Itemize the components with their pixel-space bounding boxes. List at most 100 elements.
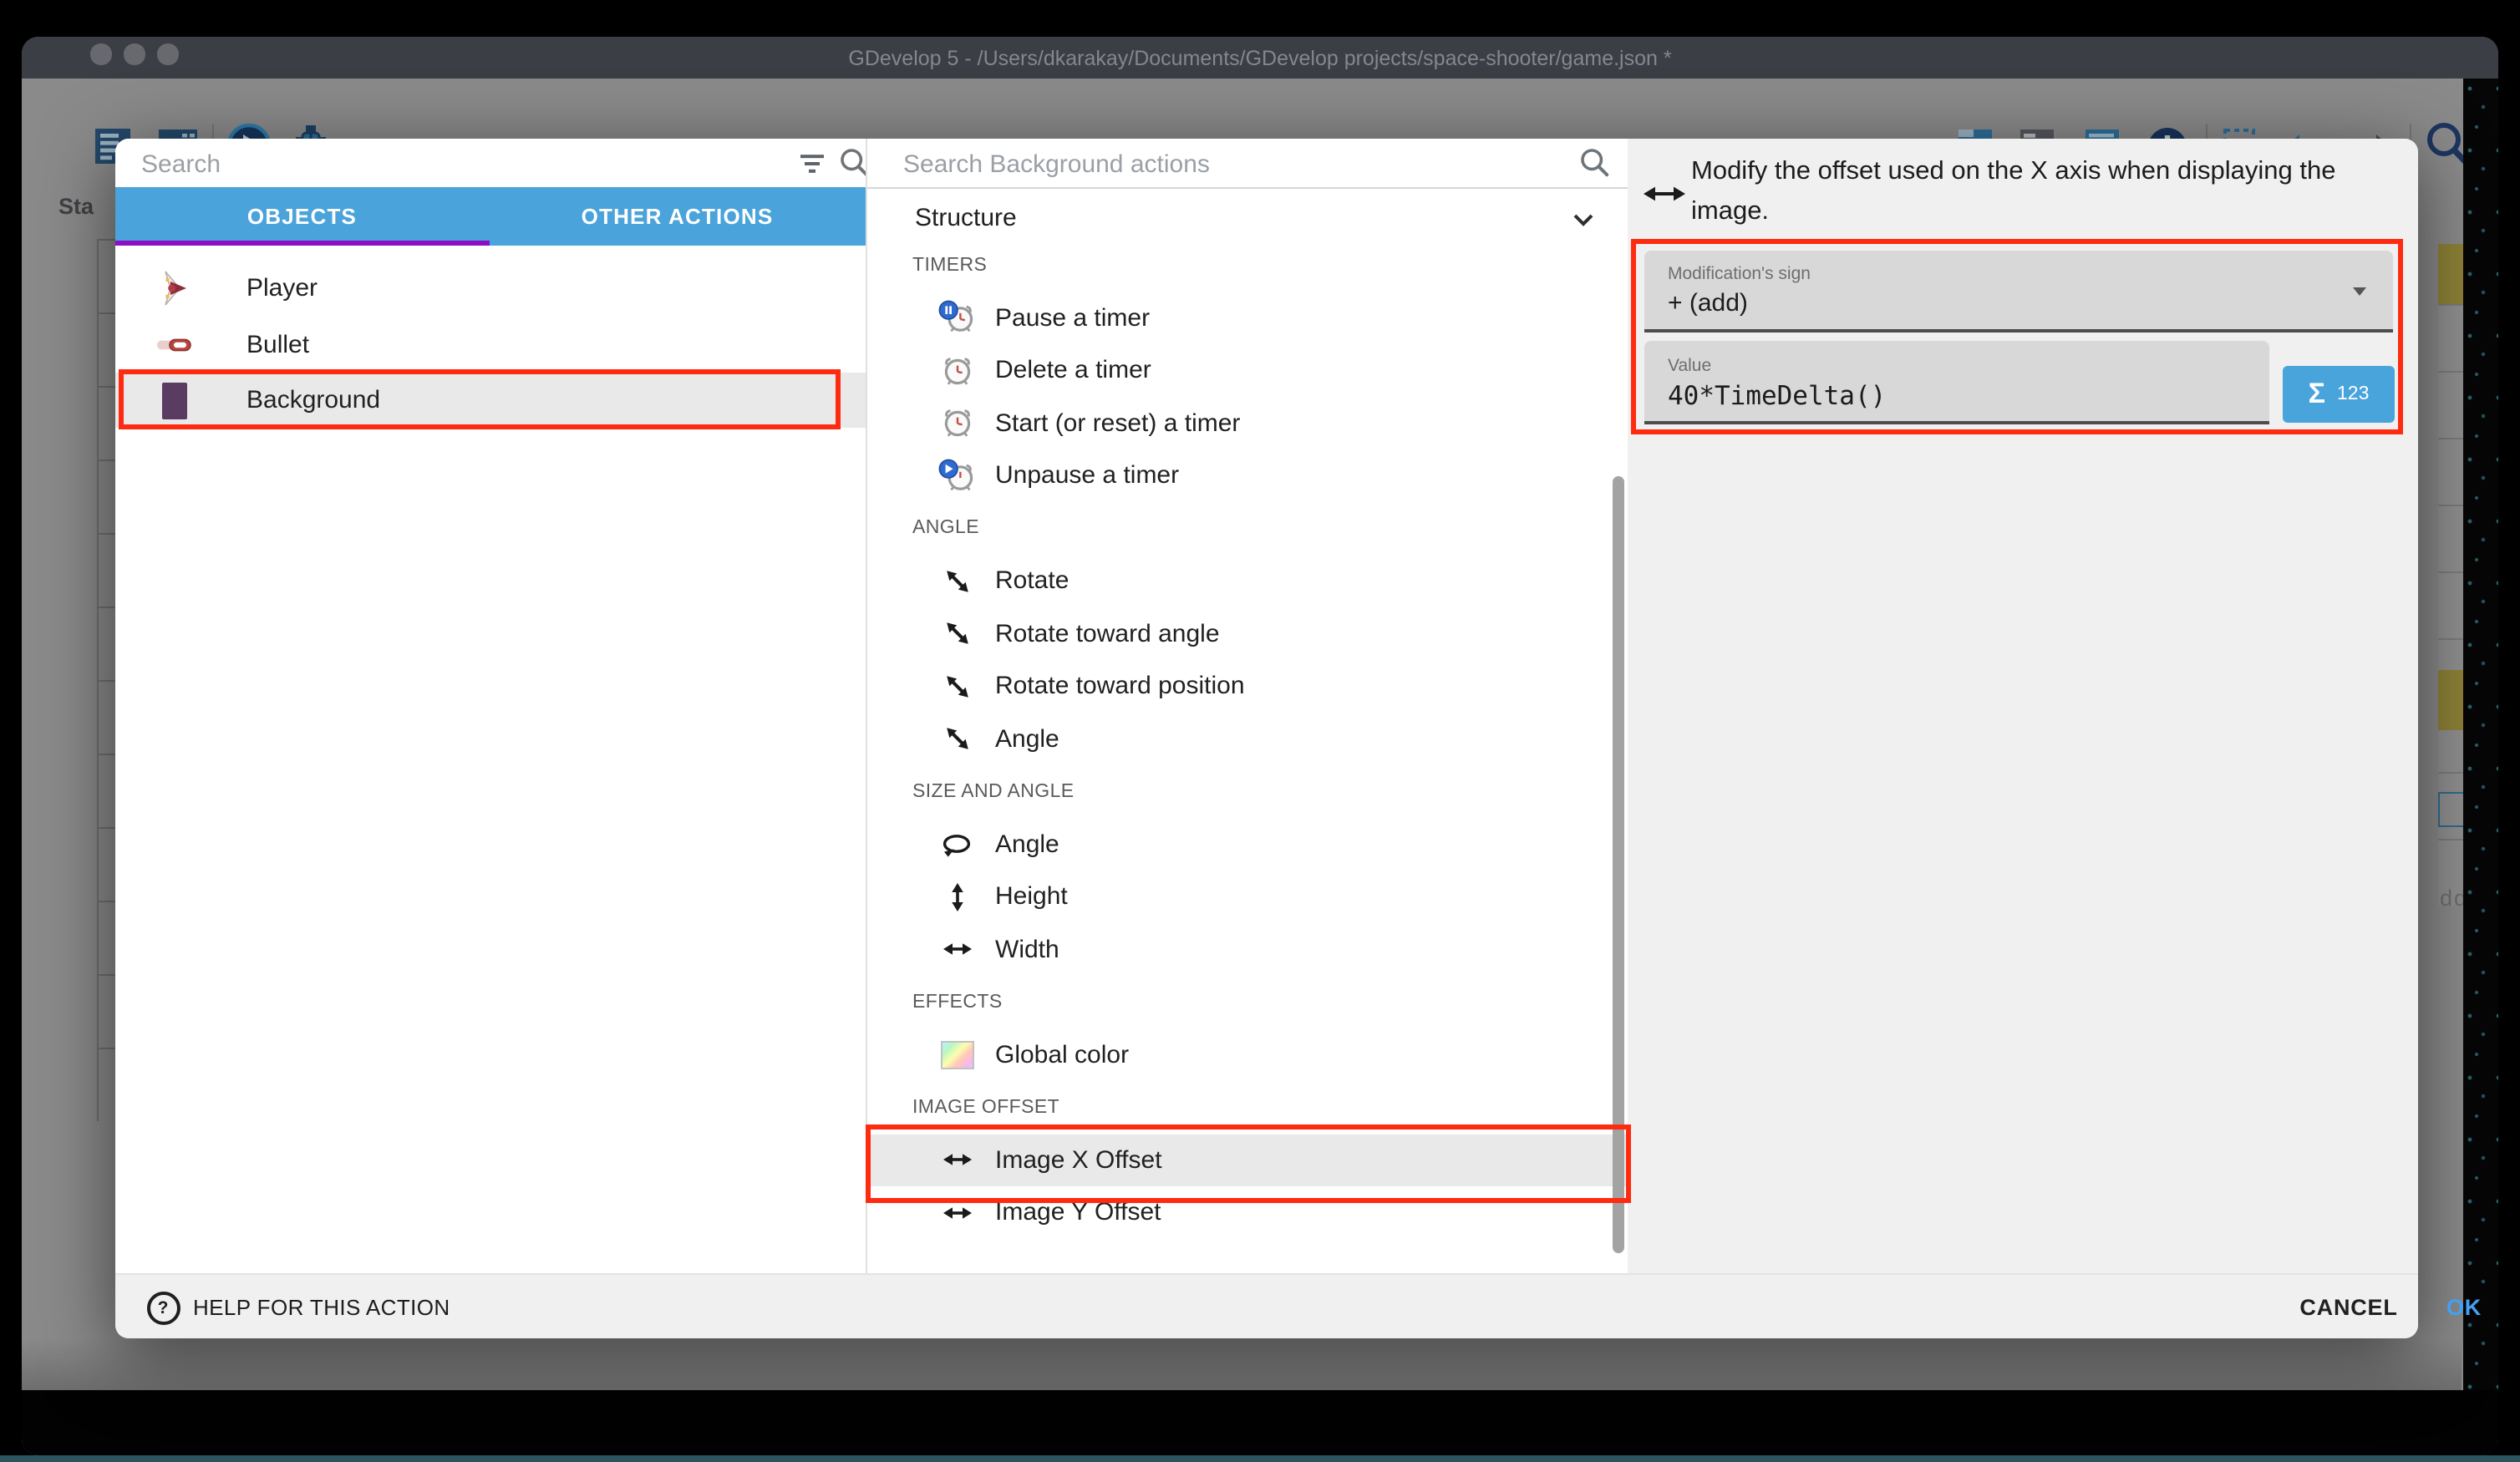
modification-sign-select[interactable]: Modification's sign + (add) <box>1644 251 2393 332</box>
sigma-icon: Σ <box>2309 378 2325 411</box>
bullet-icon <box>151 335 198 353</box>
diagonal-arrow-icon <box>937 565 977 598</box>
rotate-loop-icon <box>937 828 977 861</box>
titlebar: GDevelop 5 - /Users/dkarakay/Documents/G… <box>22 37 2498 78</box>
ok-button[interactable]: OK <box>2427 1275 2501 1340</box>
action-rotate-toward-position[interactable]: Rotate toward position <box>866 660 1628 713</box>
action-unpause-a-timer[interactable]: Unpause a timer <box>866 449 1628 502</box>
cancel-button[interactable]: CANCEL <box>2274 1275 2424 1340</box>
tab-other-actions[interactable]: OTHER ACTIONS <box>490 187 865 246</box>
horizontal-arrow-icon <box>937 1144 977 1177</box>
horizontal-arrow-icon <box>937 933 977 967</box>
value-expression: 40*TimeDelta() <box>1668 380 1886 410</box>
action-label: Pause a timer <box>995 304 1150 333</box>
action-label: Image Y Offset <box>995 1199 1161 1227</box>
action-parameters-panel: Modify the offset used on the X axis whe… <box>1628 139 2417 1273</box>
rainbow-icon <box>937 1041 977 1069</box>
action-label: Width <box>995 936 1059 964</box>
diagonal-arrow-icon <box>937 723 977 756</box>
dialog-footer: ? HELP FOR THIS ACTION CANCEL OK <box>114 1273 2417 1338</box>
screen: GDevelop 5 - /Users/dkarakay/Documents/G… <box>0 0 2520 1462</box>
player-ship-icon <box>151 269 198 307</box>
horizontal-arrow-icon <box>937 1196 977 1230</box>
scrollbar-thumb[interactable] <box>1612 476 1623 1253</box>
window-title: GDevelop 5 - /Users/dkarakay/Documents/G… <box>22 37 2498 78</box>
action-size-angle[interactable]: Angle <box>866 818 1628 871</box>
bottom-edge-strip <box>0 1454 2520 1462</box>
object-tabs: OBJECTS OTHER ACTIONS <box>114 187 865 246</box>
object-item-background[interactable]: Background <box>114 373 865 429</box>
action-label: Image X Offset <box>995 1146 1162 1175</box>
scene-tab: Sta <box>58 194 94 219</box>
action-label: Rotate toward position <box>995 673 1245 701</box>
action-label: Angle <box>995 830 1059 859</box>
numeric-badge: 123 <box>2337 384 2369 404</box>
window-bottom-band <box>22 1338 2462 1390</box>
help-button[interactable]: ? HELP FOR THIS ACTION <box>146 1275 450 1340</box>
section-header: SIZE AND ANGLE <box>866 765 1628 818</box>
action-label: Angle <box>995 725 1059 754</box>
background-object-icon <box>151 382 198 419</box>
active-tab-indicator <box>114 240 490 246</box>
action-rotate-toward-angle[interactable]: Rotate toward angle <box>866 607 1628 660</box>
action-image-y-offset[interactable]: Image Y Offset <box>866 1186 1628 1239</box>
action-rotate[interactable]: Rotate <box>866 555 1628 607</box>
tab-objects[interactable]: OBJECTS <box>114 187 490 246</box>
action-label: Rotate <box>995 567 1069 596</box>
action-search-row <box>866 139 1628 187</box>
action-edit-dialog: OBJECTS OTHER ACTIONS Player Bullet <box>114 139 2417 1338</box>
help-icon: ? <box>146 1291 180 1324</box>
expression-editor-button[interactable]: Σ 123 <box>2283 366 2395 422</box>
field-label: Value <box>1668 355 1711 375</box>
search-icon <box>836 145 865 180</box>
field-label: Modification's sign <box>1668 264 1811 284</box>
diagonal-arrow-icon <box>937 617 977 651</box>
timer-play-icon <box>937 458 977 495</box>
action-list: TIMERS Pause a timer Delete a timer <box>866 239 1628 1239</box>
object-label: Bullet <box>246 330 309 358</box>
action-label: Height <box>995 883 1068 911</box>
object-list: Player Bullet Background <box>114 261 865 429</box>
object-chooser-panel: OBJECTS OTHER ACTIONS Player Bullet <box>114 139 865 1273</box>
vertical-arrow-icon <box>937 881 977 914</box>
action-search-input[interactable] <box>900 142 1542 185</box>
horizontal-arrow-icon <box>1641 180 1688 207</box>
group-select-value: Structure <box>915 204 1017 232</box>
help-label: HELP FOR THIS ACTION <box>193 1295 450 1320</box>
action-delete-a-timer[interactable]: Delete a timer <box>866 344 1628 397</box>
section-header: TIMERS <box>866 239 1628 292</box>
action-width[interactable]: Width <box>866 923 1628 976</box>
filter-icon[interactable] <box>795 147 828 180</box>
object-label: Background <box>246 386 380 414</box>
value-input-field[interactable]: Value 40*TimeDelta() <box>1644 340 2269 424</box>
section-header: EFFECTS <box>866 976 1628 1028</box>
modification-sign-value: + (add) <box>1668 289 1748 317</box>
object-label: Player <box>246 274 318 302</box>
action-label: Rotate toward angle <box>995 620 1220 648</box>
object-search-row <box>114 139 865 187</box>
action-description: Modify the offset used on the X axis whe… <box>1691 152 2370 232</box>
action-start-or-reset-a-timer[interactable]: Start (or reset) a timer <box>866 397 1628 449</box>
timer-icon <box>937 353 977 389</box>
diagonal-arrow-icon <box>937 670 977 703</box>
action-global-color[interactable]: Global color <box>866 1028 1628 1081</box>
scene-editor-strip <box>2462 78 2498 1455</box>
action-label: Delete a timer <box>995 357 1151 385</box>
object-search-input[interactable] <box>138 142 646 185</box>
action-label: Start (or reset) a timer <box>995 409 1240 438</box>
section-header: ANGLE <box>866 502 1628 555</box>
object-item-bullet[interactable]: Bullet <box>114 317 865 373</box>
chevron-down-icon <box>1569 206 1598 234</box>
caret-down-icon <box>2353 287 2366 296</box>
section-header: IMAGE OFFSET <box>866 1081 1628 1134</box>
action-height[interactable]: Height <box>866 871 1628 923</box>
action-pause-a-timer[interactable]: Pause a timer <box>866 292 1628 344</box>
timer-pause-icon <box>937 300 977 337</box>
timer-icon <box>937 405 977 442</box>
object-item-player[interactable]: Player <box>114 261 865 317</box>
scene-editor-bottom <box>22 1390 2498 1455</box>
action-image-x-offset[interactable]: Image X Offset <box>866 1134 1628 1186</box>
action-angle[interactable]: Angle <box>866 713 1628 765</box>
action-chooser-panel: Structure TIMERS Pause a timer <box>865 139 1628 1273</box>
search-icon <box>1577 145 1612 180</box>
